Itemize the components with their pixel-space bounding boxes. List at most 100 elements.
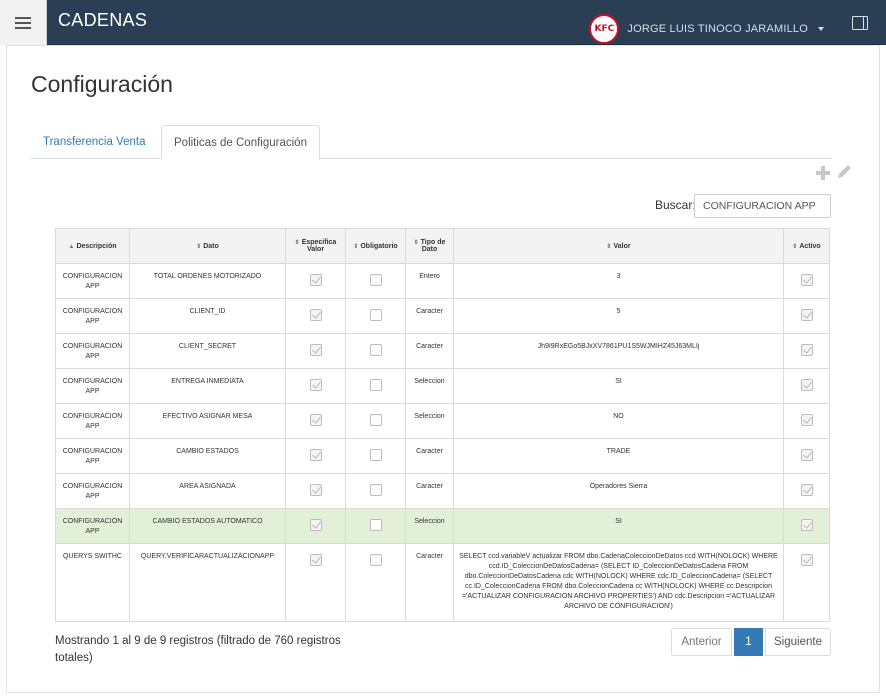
activo-checkbox[interactable] (800, 449, 813, 461)
activo-checkbox[interactable] (800, 484, 813, 496)
obligatorio-checkbox[interactable] (369, 309, 382, 321)
especifica-valor-checkbox[interactable] (309, 554, 322, 566)
sort-icon: ⇕ (294, 240, 300, 246)
obligatorio-cell (345, 438, 406, 474)
cell-dato: AREA ASIGNADA (129, 473, 286, 509)
especifica-valor-checkbox[interactable] (309, 344, 322, 356)
cell-tipo-dato: Seleccion (405, 403, 454, 439)
table-row[interactable]: CONFIGURACION APP ENTREGA INMEDIATA Selecc… (55, 368, 830, 404)
add-icon[interactable] (815, 165, 831, 181)
cell-valor: 5 (453, 298, 784, 334)
obligatorio-checkbox[interactable] (369, 274, 382, 286)
activo-checkbox[interactable] (800, 519, 813, 531)
table-row[interactable]: CONFIGURACION APP CLIENT_SECRET Caracter Jh… (55, 333, 830, 369)
cell-tipo-dato: Seleccion (405, 368, 454, 404)
activo-cell (783, 368, 830, 404)
obligatorio-cell (345, 473, 406, 509)
cell-descripcion: CONFIGURACION APP (55, 333, 130, 369)
especifica-valor-checkbox[interactable] (309, 484, 322, 496)
table-row[interactable]: CONFIGURACION APP TOTAL ORDENES MOTORIZAD… (55, 263, 830, 299)
cell-descripcion: CONFIGURACION APP (55, 368, 130, 404)
obligatorio-checkbox[interactable] (369, 519, 382, 531)
column-header-obligatorio[interactable]: ⇕ Obligatorio (345, 228, 406, 264)
activo-checkbox[interactable] (800, 274, 813, 286)
search-input[interactable] (694, 194, 831, 218)
cell-tipo-dato: Caracter (405, 473, 454, 509)
cell-descripcion: QUERYS SWITHC (55, 543, 130, 622)
sidebar-panel-icon[interactable] (852, 16, 868, 30)
cell-valor: SI (453, 368, 784, 404)
activo-cell (783, 473, 830, 509)
especifica-valor-checkbox[interactable] (309, 274, 322, 286)
activo-checkbox[interactable] (800, 344, 813, 356)
activo-checkbox[interactable] (800, 414, 813, 426)
column-header-dato[interactable]: ⇕ Dato (129, 228, 286, 264)
obligatorio-checkbox[interactable] (369, 344, 382, 356)
cell-descripcion: CONFIGURACION APP (55, 438, 130, 474)
menu-toggle-button[interactable] (0, 0, 47, 45)
column-header-activo[interactable]: ⇕ Activo (783, 228, 830, 264)
column-header-descripcion[interactable]: ▲ Descripción (55, 228, 130, 264)
especifica-valor-cell (285, 403, 346, 439)
cell-dato: CLIENT_SECRET (129, 333, 286, 369)
sort-icon: ⇕ (606, 243, 612, 250)
obligatorio-checkbox[interactable] (369, 554, 382, 566)
caret-down-icon (818, 27, 824, 31)
obligatorio-checkbox[interactable] (369, 379, 382, 391)
cell-tipo-dato: Caracter (405, 438, 454, 474)
tab-politicas-configuracion[interactable]: Politicas de Configuración (161, 125, 320, 160)
activo-checkbox[interactable] (800, 554, 813, 566)
page-title: Configuración (31, 71, 173, 97)
cell-valor: Operadores Sierra (453, 473, 784, 509)
next-page-button[interactable]: Siguiente (765, 628, 831, 656)
especifica-valor-cell (285, 298, 346, 334)
column-header-especifica-valor[interactable]: ⇕ Especifica Valor (285, 228, 346, 264)
previous-page-button[interactable]: Anterior (671, 628, 732, 656)
cell-descripcion: CONFIGURACION APP (55, 508, 130, 544)
sort-icon: ⇕ (413, 240, 419, 246)
especifica-valor-checkbox[interactable] (309, 379, 322, 391)
especifica-valor-checkbox[interactable] (309, 519, 322, 531)
table-row[interactable]: CONFIGURACION APP EFECTIVO ASIGNAR MESA Se… (55, 403, 830, 439)
cell-valor: NO (453, 403, 784, 439)
obligatorio-checkbox[interactable] (369, 484, 382, 496)
obligatorio-checkbox[interactable] (369, 414, 382, 426)
cell-dato: EFECTIVO ASIGNAR MESA (129, 403, 286, 439)
especifica-valor-cell (285, 438, 346, 474)
especifica-valor-cell (285, 263, 346, 299)
column-header-valor[interactable]: ⇕ Valor (453, 228, 784, 264)
activo-cell (783, 438, 830, 474)
table-row[interactable]: CONFIGURACION APP CAMBIO ESTADOS AUTOMATI… (55, 508, 830, 544)
especifica-valor-checkbox[interactable] (309, 449, 322, 461)
activo-cell (783, 508, 830, 544)
cell-descripcion: CONFIGURACION APP (55, 263, 130, 299)
obligatorio-cell (345, 543, 406, 622)
activo-checkbox[interactable] (800, 309, 813, 321)
cell-dato: CAMBIO ESTADOS AUTOMATICO (129, 508, 286, 544)
obligatorio-checkbox[interactable] (369, 449, 382, 461)
cell-descripcion: CONFIGURACION APP (55, 298, 130, 334)
activo-checkbox[interactable] (800, 379, 813, 391)
data-table: ▲ Descripción ⇕ Dato ⇕ Especifica Valor ⇕ Ob… (55, 228, 830, 622)
tab-transferencia-venta[interactable]: Transferencia Venta (31, 125, 158, 159)
obligatorio-cell (345, 263, 406, 299)
table-row[interactable]: CONFIGURACION APP AREA ASIGNADA Caracter Op… (55, 473, 830, 509)
column-header-tipo-dato[interactable]: ⇕ Tipo de Dato (405, 228, 454, 264)
user-menu[interactable]: KFC JORGE LUIS TINOCO JARAMILLO (589, 14, 824, 44)
page-1-button[interactable]: 1 (734, 628, 763, 656)
pagination: Anterior 1 Siguiente (671, 628, 831, 656)
sort-asc-icon: ▲ (68, 243, 75, 250)
activo-cell (783, 543, 830, 622)
especifica-valor-cell (285, 473, 346, 509)
cell-dato: TOTAL ORDENES MOTORIZADO (129, 263, 286, 299)
especifica-valor-checkbox[interactable] (309, 414, 322, 426)
table-row[interactable]: CONFIGURACION APP CLIENT_ID Caracter 5 (55, 298, 830, 334)
table-row[interactable]: CONFIGURACION APP CAMBIO ESTADOS Caracter T… (55, 438, 830, 474)
hamburger-icon (15, 16, 31, 29)
especifica-valor-checkbox[interactable] (309, 309, 322, 321)
table-row[interactable]: QUERYS SWITHC QUERY.VERIFICARACTUALIZACIO… (55, 543, 830, 622)
edit-pencil-icon[interactable] (834, 162, 854, 182)
cell-valor: SELECT ccd.variableV actualizar FROM dbo… (453, 543, 784, 622)
obligatorio-cell (345, 508, 406, 544)
user-name: JORGE LUIS TINOCO JARAMILLO (627, 23, 808, 35)
